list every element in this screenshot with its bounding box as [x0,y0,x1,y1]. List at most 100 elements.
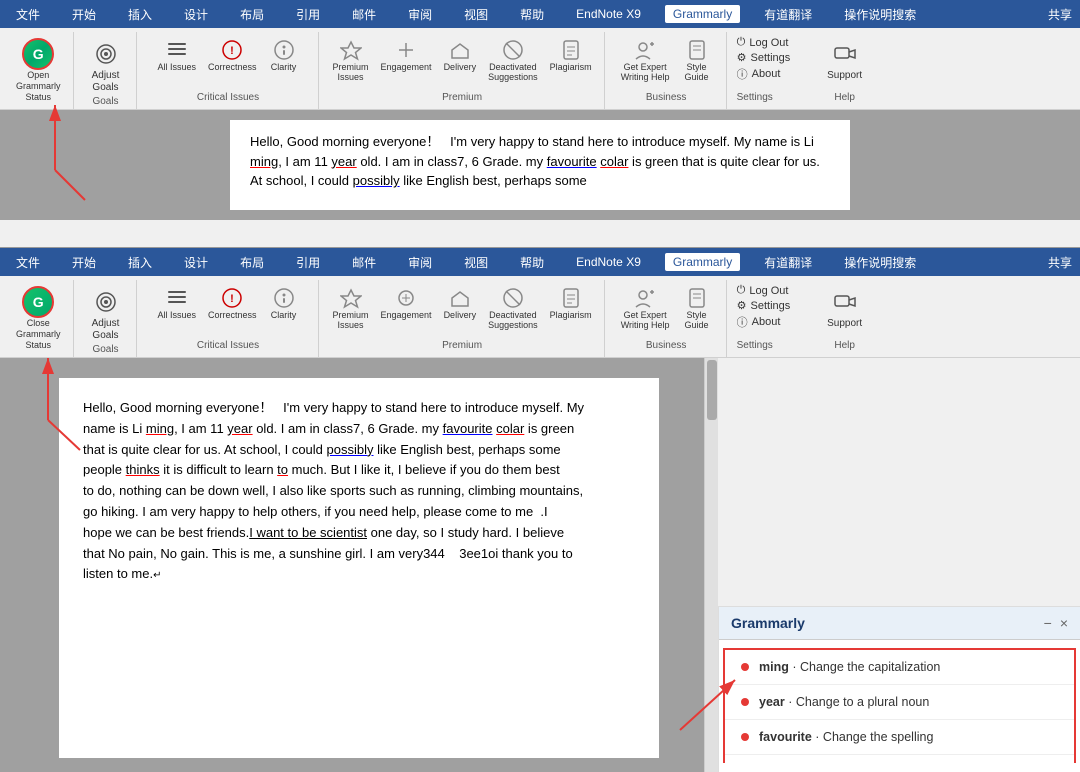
all-issues-btn[interactable]: All Issues [153,36,200,74]
grammarly-word-year: year [759,695,785,709]
plagiarism-btn-bottom[interactable]: Plagiarism [546,284,596,332]
clarity-icon-bottom [272,286,296,310]
tab-youdao-bottom[interactable]: 有道翻译 [756,252,820,273]
grammarly-minimize-btn[interactable]: − [1044,615,1052,631]
get-expert-btn[interactable]: Get Expert Writing Help [617,36,674,84]
grammarly-item-colar[interactable]: colar · Correct your spelling [725,755,1074,763]
doc-paper-bottom[interactable]: Hello, Good morning everyone！ I'm very h… [59,378,659,758]
settings-item-top[interactable]: ⚙ Settings [737,51,801,64]
grammarly-item-ming[interactable]: ming · Change the capitalization [725,650,1074,685]
grammarly-close-btn[interactable]: × [1060,615,1068,631]
tab-mail-top[interactable]: 邮件 [344,4,384,25]
tab-start-bottom[interactable]: 开始 [64,252,104,273]
doc-area-top: Hello, Good morning everyone！ I'm very h… [0,110,1080,220]
tab-ref-top[interactable]: 引用 [288,4,328,25]
adjust-goals-btn-bottom[interactable]: AdjustGoals [84,284,128,344]
word-year-top: year [331,154,356,169]
tab-endnote-bottom[interactable]: EndNote X9 [568,253,649,271]
word-window-bottom: 文件 开始 插入 设计 布局 引用 邮件 审阅 视图 帮助 EndNote X9… [0,248,1080,772]
engagement-btn[interactable]: Engagement [377,36,436,84]
style-guide-label: Style Guide [685,62,709,82]
tab-design-bottom[interactable]: 设计 [176,252,216,273]
svg-text:!: ! [230,45,234,57]
close-grammarly-btn[interactable]: G Close Grammarly Status [12,284,65,352]
tab-help-bottom[interactable]: 帮助 [512,252,552,273]
grammarly-status-group-bottom: G Close Grammarly Status [4,280,74,357]
style-guide-btn-bottom[interactable]: Style Guide [678,284,716,332]
tab-view-bottom[interactable]: 视图 [456,252,496,273]
scroll-thumb[interactable] [707,360,717,420]
tab-search-bottom[interactable]: 操作说明搜索 [836,252,924,273]
critical-group-label-bottom: Critical Issues [197,340,259,353]
expert-inner: Get Expert Writing Help Style Guide [617,36,716,84]
tab-design-top[interactable]: 设计 [176,4,216,25]
grammarly-logo-icon: G [22,38,54,70]
tab-ref-bottom[interactable]: 引用 [288,252,328,273]
word-colar: colar [496,421,524,436]
tab-review-bottom[interactable]: 审阅 [400,252,440,273]
support-btn-bottom[interactable]: Support [823,284,867,332]
clarity-icon [272,38,296,62]
plagiarism-btn[interactable]: Plagiarism [546,36,596,84]
plagiarism-label: Plagiarism [550,62,592,72]
tab-layout-top[interactable]: 布局 [232,4,272,25]
delivery-btn[interactable]: Delivery [440,36,481,84]
grammarly-text-year: year · Change to a plural noun [759,695,929,709]
deactivated-btn[interactable]: Deactivated Suggestions [484,36,542,84]
tab-file-bottom[interactable]: 文件 [8,252,48,273]
doc-scrollbar[interactable] [704,358,718,772]
style-guide-btn[interactable]: Style Guide [678,36,716,84]
tab-insert-bottom[interactable]: 插入 [120,252,160,273]
settings-label-bottom: Settings [751,300,791,312]
share-top[interactable]: 共享 [1048,6,1072,23]
adjust-goals-btn[interactable]: AdjustGoals [84,36,128,96]
help-label-top: Help [834,92,855,105]
premium-btn[interactable]: Premium Issues [329,36,373,84]
doc-line-2: name is Li ming, I am 11 year old. I am … [83,419,635,440]
logout-item-bottom[interactable]: ⏻ Log Out [737,284,801,297]
tab-search-top[interactable]: 操作说明搜索 [836,4,924,25]
tab-grammarly-bottom[interactable]: Grammarly [665,253,740,271]
tab-endnote-top[interactable]: EndNote X9 [568,5,649,23]
toolbar-top: G Open Grammarly Status AdjustGoals Goal… [0,28,1080,110]
support-btn-top[interactable]: Support [823,36,867,84]
logout-item-top[interactable]: ⏻ Log Out [737,36,801,49]
tab-insert-top[interactable]: 插入 [120,4,160,25]
share-bottom[interactable]: 共享 [1048,254,1072,271]
doc-line-4: people thinks it is difficult to learn t… [83,460,635,481]
tab-grammarly-top[interactable]: Grammarly [665,5,740,23]
help-label-bottom: Help [834,340,855,353]
grammarly-status-group-top: G Open Grammarly Status [4,32,74,109]
tab-help-top[interactable]: 帮助 [512,4,552,25]
settings-item-bottom[interactable]: ⚙ Settings [737,299,801,312]
delivery-btn-bottom[interactable]: Delivery [440,284,481,332]
deactivated-btn-bottom[interactable]: Deactivated Suggestions [484,284,542,332]
engagement-btn-bottom[interactable]: Engagement [377,284,436,332]
tab-review-top[interactable]: 审阅 [400,4,440,25]
get-expert-btn-bottom[interactable]: Get Expert Writing Help [617,284,674,332]
about-item-bottom[interactable]: ⓘ About [737,314,801,330]
correctness-btn[interactable]: ! Correctness [204,36,261,74]
correctness-btn-bottom[interactable]: ! Correctness [204,284,261,322]
tab-layout-bottom[interactable]: 布局 [232,252,272,273]
clarity-btn-bottom[interactable]: Clarity [265,284,303,322]
tab-file-top[interactable]: 文件 [8,4,48,25]
doc-line-3: that is quite clear for us. At school, I… [83,440,635,461]
all-issues-btn-bottom[interactable]: All Issues [153,284,200,322]
tab-start-top[interactable]: 开始 [64,4,104,25]
word-possibly-top: possibly [353,173,400,188]
grammarly-item-favourite[interactable]: favourite · Change the spelling [725,720,1074,755]
open-grammarly-btn[interactable]: G Open Grammarly Status [12,36,65,104]
premium-btn-bottom[interactable]: Premium Issues [329,284,373,332]
grammarly-list: ming · Change the capitalization year · … [719,640,1080,763]
tab-mail-bottom[interactable]: 邮件 [344,252,384,273]
about-item-top[interactable]: ⓘ About [737,66,801,82]
close-grammarly-label: Close Grammarly Status [16,318,61,350]
tab-youdao-top[interactable]: 有道翻译 [756,4,820,25]
get-expert-label: Get Expert Writing Help [621,62,670,82]
tab-view-top[interactable]: 视图 [456,4,496,25]
doc-line-9: listen to me.↵ [83,564,635,585]
grammarly-item-year[interactable]: year · Change to a plural noun [725,685,1074,720]
clarity-btn[interactable]: Clarity [265,36,303,74]
deactivated-icon [501,38,525,62]
